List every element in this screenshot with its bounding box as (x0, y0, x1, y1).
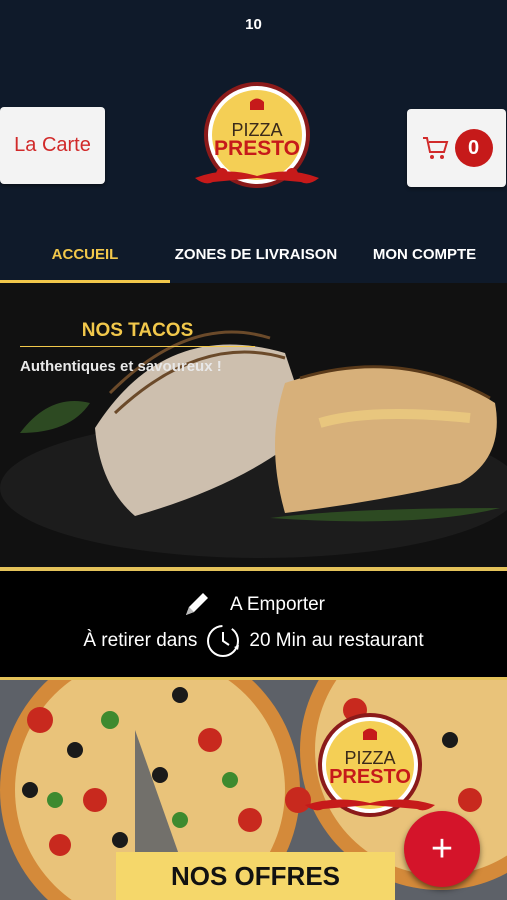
pickup-time: 20 Min au restaurant (249, 630, 424, 651)
main-tabs: ACCUEIL ZONES DE LIVRAISON MON COMPTE (0, 228, 507, 283)
la-carte-button[interactable]: La Carte (0, 107, 105, 184)
promo-logo-presto: PRESTO (329, 766, 411, 788)
tacos-banner[interactable]: NOS TACOS Authentiques et savoureux ! (0, 283, 507, 567)
order-mode-label: A Emporter (229, 594, 326, 615)
tab-accueil[interactable]: ACCUEIL (0, 228, 170, 283)
pencil-icon (185, 593, 208, 615)
logo-text-presto: PRESTO (214, 137, 300, 160)
tab-mon-compte[interactable]: MON COMPTE (342, 228, 507, 280)
cart-icon (422, 137, 448, 159)
nos-offres-button[interactable]: NOS OFFRES (116, 852, 395, 900)
cart-count-badge: 0 (454, 129, 493, 167)
clock-icon (207, 625, 240, 657)
tab-zones-de-livraison[interactable]: ZONES DE LIVRAISON (170, 228, 342, 280)
pizza-presto-logo: PIZZA PRESTO (195, 82, 319, 188)
hero-subtitle: Authentiques et savoureux ! (20, 358, 222, 375)
pickup-prefix: À retirer dans (83, 630, 198, 651)
order-mode-panel: A Emporter À retirer dans 20 Min au rest… (0, 571, 507, 677)
plus-icon: + (430, 827, 454, 870)
promo-logo-pizza: PIZZA (344, 748, 395, 768)
hero-title: NOS TACOS (81, 320, 194, 341)
app-header: 10 La Carte PIZZA PRESTO 0 ACCUEIL ZONES… (0, 0, 507, 283)
cart-button[interactable]: 0 (407, 109, 506, 187)
hero-divider (20, 346, 255, 347)
order-mode-row[interactable]: A Emporter (0, 591, 507, 619)
add-button[interactable]: + (404, 811, 480, 887)
status-time: 10 (245, 16, 262, 33)
pickup-time-row: À retirer dans 20 Min au restaurant (0, 621, 507, 661)
